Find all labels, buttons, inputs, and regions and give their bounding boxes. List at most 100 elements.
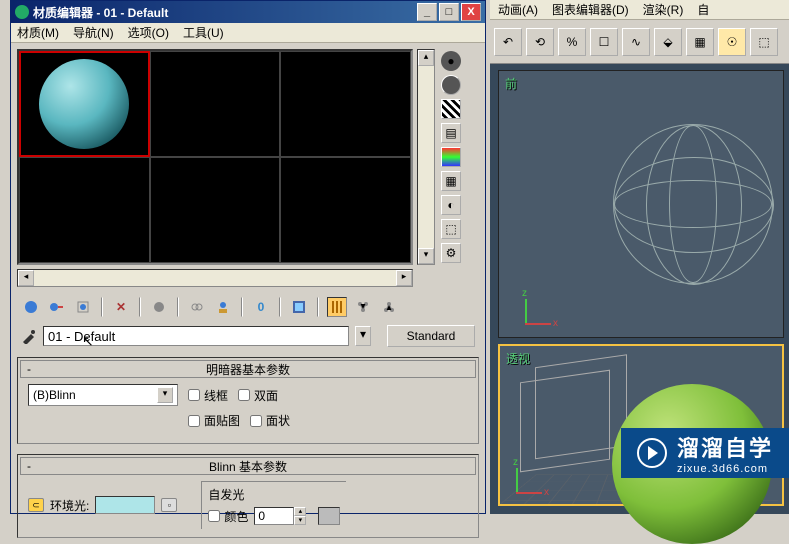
play-icon [637, 438, 667, 468]
self-illum-label: 自发光 [208, 486, 340, 503]
maximize-button[interactable]: □ [439, 3, 459, 21]
material-slot-4[interactable] [19, 157, 150, 263]
diffuse-lock-icon[interactable]: ▫ [161, 498, 177, 512]
make-preview-icon[interactable]: ▦ [441, 171, 461, 191]
slots-hscrollbar[interactable]: ◂ ▸ [17, 269, 413, 287]
main-menubar: 动画(A) 图表编辑器(D) 渲染(R) 自 [490, 0, 789, 20]
separator [177, 297, 179, 317]
self-illum-spinner[interactable]: ▴▾ [254, 507, 306, 525]
self-illumination-group: 自发光 颜色 ▴▾ [201, 481, 346, 529]
go-forward-icon[interactable] [379, 297, 399, 317]
shader-select[interactable]: (B)Blinn ▾ [28, 384, 178, 406]
rollout-header-blinn[interactable]: -Blinn 基本参数 [20, 457, 476, 475]
viewport-front[interactable]: 前 z x [498, 70, 784, 338]
mirror-icon[interactable]: ⬙ [654, 28, 682, 56]
show-end-result-icon[interactable] [327, 297, 347, 317]
menu-render[interactable]: 渲染(R) [643, 1, 684, 18]
separator [241, 297, 243, 317]
layers-icon[interactable]: ⬚ [750, 28, 778, 56]
menu-graph-editors[interactable]: 图表编辑器(D) [552, 1, 629, 18]
material-slot-6[interactable] [280, 157, 411, 263]
material-preview-sphere [39, 59, 129, 149]
app-icon [15, 5, 29, 19]
ambient-label: 环境光: [50, 497, 89, 514]
watermark: 溜溜自学 zixue.3d66.com [621, 428, 789, 478]
material-name-dropdown[interactable]: ▾ [355, 326, 371, 346]
percent-snap-icon[interactable]: % [558, 28, 586, 56]
rollout-title-text: Blinn 基本参数 [209, 458, 287, 475]
menu-options[interactable]: 选项(O) [128, 24, 169, 41]
menu-animation[interactable]: 动画(A) [498, 1, 538, 18]
menu-navigate[interactable]: 导航(N) [73, 24, 114, 41]
array-icon[interactable]: ▦ [686, 28, 714, 56]
ambient-color-swatch[interactable] [95, 496, 155, 514]
get-material-icon[interactable] [21, 297, 41, 317]
material-id-icon[interactable]: 0 [251, 297, 271, 317]
select-link-icon[interactable]: ⟲ [526, 28, 554, 56]
slots-vscrollbar[interactable]: ▴ ▾ [417, 49, 435, 265]
material-map-navigator-icon[interactable]: ⚙ [441, 243, 461, 263]
backlight-icon[interactable] [441, 75, 461, 95]
close-button[interactable]: X [461, 3, 481, 21]
side-toolbar: ● ▤ ▦ ◐ ⬚ ⚙ [439, 51, 463, 265]
minimize-button[interactable]: _ [417, 3, 437, 21]
face-map-checkbox[interactable]: 面贴图 [188, 412, 240, 429]
spinner-up[interactable]: ▴ [294, 507, 306, 516]
spinner-down[interactable]: ▾ [294, 516, 306, 525]
material-type-button[interactable]: Standard [387, 325, 475, 347]
blinn-params-rollout: -Blinn 基本参数 ⊂ 环境光: ▫ 自发光 颜色 [17, 454, 479, 538]
background-icon[interactable] [441, 99, 461, 119]
menu-customize[interactable]: 自 [697, 1, 709, 18]
put-to-library-icon[interactable] [213, 297, 233, 317]
show-map-icon[interactable] [289, 297, 309, 317]
two-sided-checkbox[interactable]: 双面 [238, 387, 278, 404]
ambient-lock-icon[interactable]: ⊂ [28, 498, 44, 512]
faceted-checkbox[interactable]: 面状 [250, 412, 290, 429]
scroll-right-button[interactable]: ▸ [396, 270, 412, 286]
video-color-icon[interactable] [441, 147, 461, 167]
rollout-header-shader[interactable]: -明暗器基本参数 [20, 360, 476, 378]
sample-uv-icon[interactable]: ▤ [441, 123, 461, 143]
align-icon[interactable]: ∿ [622, 28, 650, 56]
material-slot-5[interactable] [150, 157, 281, 263]
reset-icon[interactable]: ✕ [111, 297, 131, 317]
rollout-title-text: 明暗器基本参数 [206, 361, 290, 378]
pick-material-icon[interactable] [21, 328, 37, 344]
material-name-input[interactable] [43, 326, 349, 346]
scroll-down-button[interactable]: ▾ [418, 248, 434, 264]
client-area: ▴ ▾ ● ▤ ▦ ◐ ⬚ ⚙ ◂ ▸ [11, 43, 485, 544]
options-icon[interactable]: ◐ [441, 195, 461, 215]
titlebar[interactable]: 材质编辑器 - 01 - Default _ □ X [11, 1, 485, 23]
self-illum-map-button[interactable] [318, 507, 340, 525]
make-unique-icon[interactable] [187, 297, 207, 317]
viewport-label-front: 前 [505, 75, 517, 92]
menu-material[interactable]: 材质(M) [17, 24, 59, 41]
material-name-row: ▾ Standard [17, 325, 479, 347]
select-by-material-icon[interactable]: ⬚ [441, 219, 461, 239]
snap-icon[interactable]: ☐ [590, 28, 618, 56]
scroll-up-button[interactable]: ▴ [418, 50, 434, 66]
shader-select-arrow[interactable]: ▾ [157, 387, 173, 403]
self-illum-color-checkbox[interactable]: 颜色 [208, 508, 248, 525]
put-to-scene-icon[interactable] [47, 297, 67, 317]
scroll-left-button[interactable]: ◂ [18, 270, 34, 286]
material-slot-1[interactable] [19, 51, 150, 157]
undo-icon[interactable]: ↶ [494, 28, 522, 56]
watermark-text: 溜溜自学 [677, 431, 773, 463]
menu-tools[interactable]: 工具(U) [183, 24, 224, 41]
named-selection-icon[interactable]: ☉ [718, 28, 746, 56]
material-slot-2[interactable] [150, 51, 281, 157]
shader-params-rollout: -明暗器基本参数 (B)Blinn ▾ 线框 双面 面贴图 面状 [17, 357, 479, 444]
main-app-area: 动画(A) 图表编辑器(D) 渲染(R) 自 ↶ ⟲ % ☐ ∿ ⬙ ▦ ☉ ⬚… [490, 0, 789, 514]
viewport-perspective[interactable]: 透视 z x [498, 344, 784, 506]
make-copy-icon[interactable] [149, 297, 169, 317]
wireframe-sphere [613, 124, 773, 284]
go-parent-icon[interactable] [353, 297, 373, 317]
self-illum-value[interactable] [254, 507, 294, 525]
material-slot-3[interactable] [280, 51, 411, 157]
assign-to-selection-icon[interactable] [73, 297, 93, 317]
wire-checkbox[interactable]: 线框 [188, 387, 228, 404]
sample-type-icon[interactable]: ● [441, 51, 461, 71]
material-editor-window: 材质编辑器 - 01 - Default _ □ X 材质(M) 导航(N) 选… [10, 0, 486, 514]
watermark-url: zixue.3d66.com [677, 463, 773, 475]
